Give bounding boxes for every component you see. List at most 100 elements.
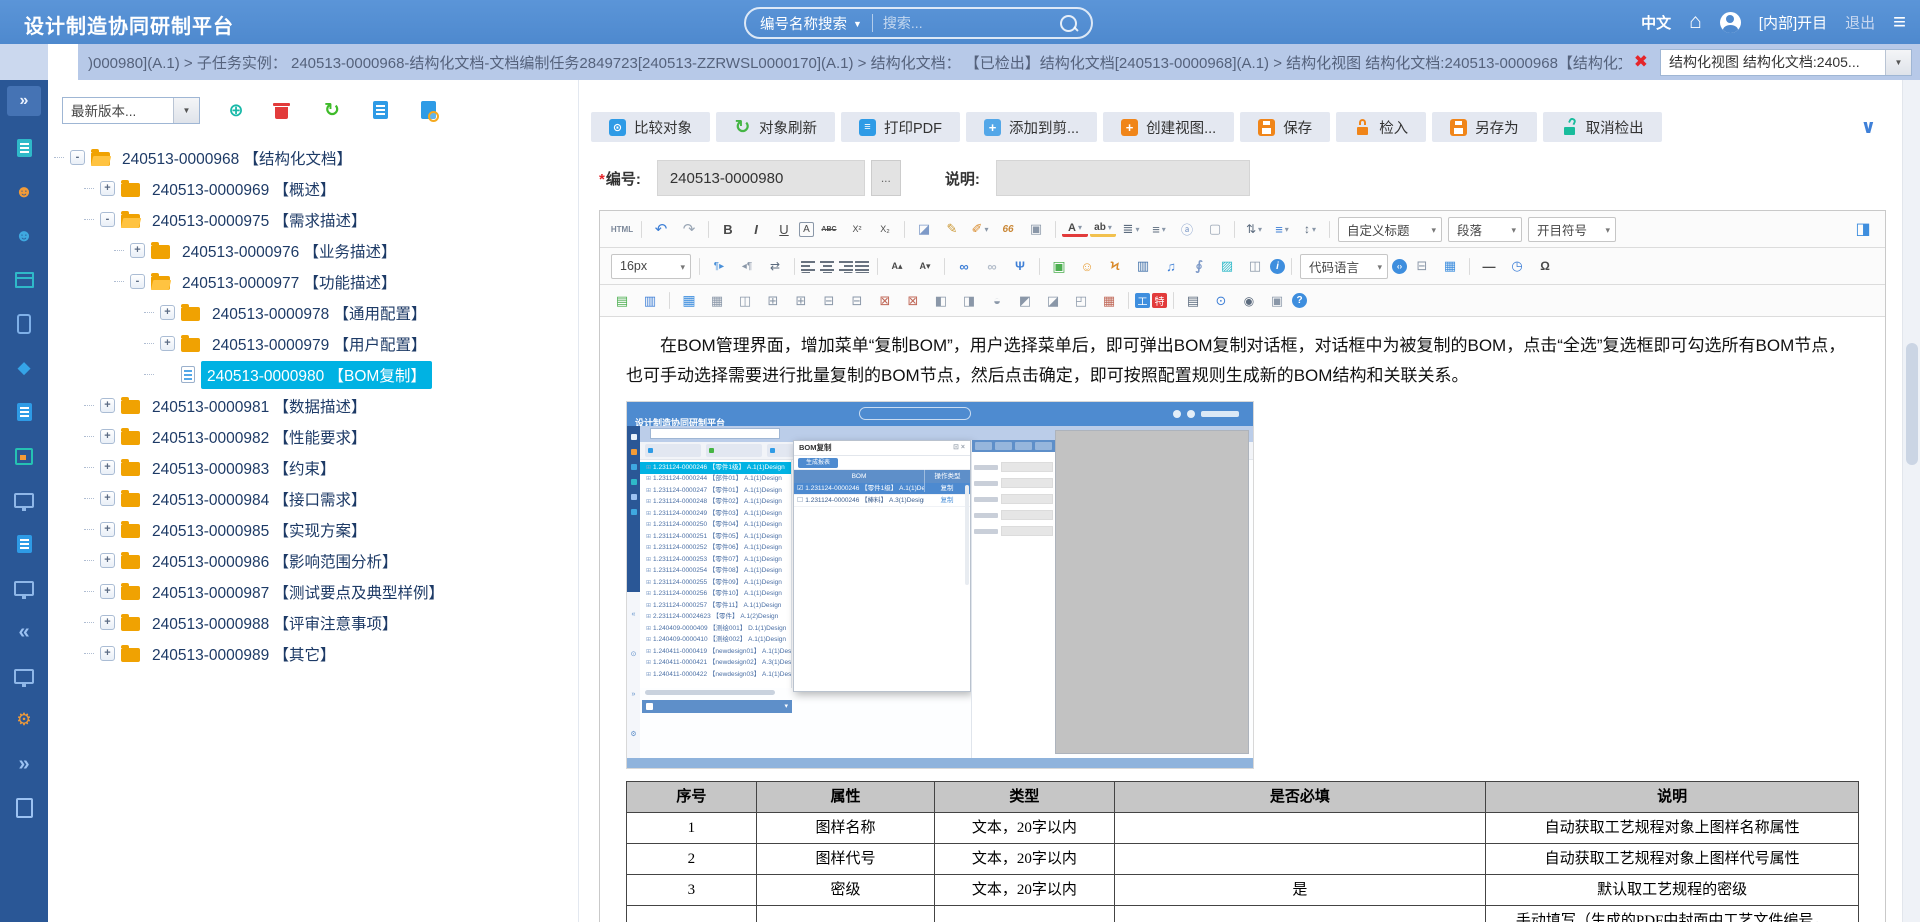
insert-col-right-icon[interactable]: ⊟ <box>844 289 870 313</box>
search-category-dropdown[interactable]: 编号名称搜索 <box>746 13 853 34</box>
tree-item[interactable]: + 240513-0000985 【实现方案】 <box>48 514 578 545</box>
tree-item[interactable]: + 240513-0000981 【数据描述】 <box>48 390 578 421</box>
info-icon[interactable] <box>1270 259 1285 274</box>
close-icon[interactable]: ✖ <box>1634 52 1648 72</box>
text-flow-icon[interactable]: ≡ <box>1269 217 1295 241</box>
subscript-icon[interactable]: X₂ <box>872 217 898 241</box>
tree-item[interactable]: - 240513-0000977 【功能描述】 <box>48 266 578 297</box>
panel-expand-icon[interactable]: » <box>7 86 41 116</box>
italic-icon[interactable]: I <box>743 217 769 241</box>
tree-expander-icon[interactable]: + <box>100 429 115 444</box>
find-replace-icon[interactable]: ◉ <box>1236 289 1262 313</box>
emoji-icon[interactable]: ☺ <box>1074 254 1100 278</box>
table-cell[interactable]: 文本，20字以内 <box>935 813 1114 844</box>
insert-table-icon[interactable]: ▦ <box>676 289 702 313</box>
search-input[interactable]: 搜索... <box>883 13 1060 33</box>
refresh-icon[interactable]: ↻ <box>320 98 344 122</box>
increase-font-icon[interactable]: A▴ <box>884 254 910 278</box>
tree-item[interactable]: + 240513-0000976 【业务描述】 <box>48 235 578 266</box>
ordered-list-icon[interactable]: ≣ <box>1118 217 1144 241</box>
page-break-icon[interactable]: ⊟ <box>1409 254 1435 278</box>
table-cell[interactable] <box>1114 813 1486 844</box>
schedule-icon[interactable] <box>11 444 37 468</box>
compare-object-button[interactable]: 比较对象 <box>591 112 710 142</box>
media-icon[interactable]: ▥ <box>1130 254 1156 278</box>
read-mode-icon[interactable]: ▤ <box>609 289 635 313</box>
device-icon[interactable] <box>11 312 37 336</box>
document-icon[interactable] <box>368 98 392 122</box>
document-search-icon[interactable] <box>416 98 440 122</box>
product-cube-icon[interactable]: ◆ <box>11 356 37 380</box>
paint-format-icon[interactable]: ✐ <box>967 217 993 241</box>
collapse-toolbar-icon[interactable]: ∨ <box>1861 116 1876 139</box>
align-left-icon[interactable] <box>801 260 817 273</box>
gallery-icon[interactable]: ▨ <box>1214 254 1240 278</box>
tree-expander-icon[interactable]: + <box>160 336 175 351</box>
tree-expander-icon[interactable]: - <box>70 150 85 165</box>
merge-right-icon[interactable]: ◨ <box>956 289 982 313</box>
kaimu-gong-icon[interactable]: 工 <box>1135 293 1150 308</box>
spreadsheet-icon[interactable]: ◫ <box>1242 254 1268 278</box>
horizontal-rule-icon[interactable]: — <box>1476 254 1502 278</box>
table-cell[interactable]: 是 <box>1114 875 1486 906</box>
parts-box-icon[interactable] <box>11 268 37 292</box>
users-icon[interactable]: ☻ <box>11 224 37 248</box>
search-icon[interactable] <box>1060 15 1077 32</box>
description-input[interactable] <box>996 160 1250 196</box>
strikethrough-icon[interactable]: ABC <box>816 217 842 241</box>
table-cell[interactable] <box>1114 844 1486 875</box>
code-language-select[interactable]: 代码语言 <box>1300 254 1388 279</box>
quick-template-icon[interactable]: ▦ <box>1437 254 1463 278</box>
delete-col-icon[interactable]: ⊠ <box>900 289 926 313</box>
tree-expander-icon[interactable]: + <box>100 615 115 630</box>
text-direction-icon[interactable]: ⇄ <box>762 254 788 278</box>
tree-expander-icon[interactable]: + <box>100 646 115 661</box>
redo-icon[interactable]: ↷ <box>676 217 702 241</box>
help-icon[interactable] <box>1292 293 1307 308</box>
save-button[interactable]: 保存 <box>1240 112 1330 142</box>
insert-row-above-icon[interactable]: ⊞ <box>760 289 786 313</box>
projector-icon[interactable] <box>11 664 37 688</box>
workstation-icon[interactable] <box>11 488 37 512</box>
align-justify-icon[interactable] <box>855 260 871 273</box>
anchor-icon[interactable]: Ψ <box>1007 254 1033 278</box>
table-cell[interactable]: 3 <box>627 875 757 906</box>
link-icon[interactable]: ∞ <box>951 254 977 278</box>
caret-down-icon[interactable] <box>853 14 862 32</box>
tree-expander-icon[interactable]: + <box>100 460 115 475</box>
tree-expander-icon[interactable]: + <box>160 305 175 320</box>
superscript-icon[interactable]: X² <box>844 217 870 241</box>
display-icon[interactable] <box>11 576 37 600</box>
user-avatar-icon[interactable] <box>1720 12 1741 33</box>
tree-item[interactable]: + 240513-0000986 【影响范围分析】 <box>48 545 578 576</box>
more-expand-icon[interactable]: » <box>11 752 37 776</box>
font-border-icon[interactable]: A <box>799 222 814 237</box>
highlight-color-icon[interactable]: ab <box>1090 222 1116 237</box>
tree-item[interactable]: + 240513-0000979 【用户配置】 <box>48 328 578 359</box>
page-scrollbar-track[interactable] <box>1902 80 1920 922</box>
font-size-select[interactable]: 16px <box>611 254 691 279</box>
add-node-icon[interactable]: ⊕ <box>224 98 248 122</box>
bullet-list-icon[interactable]: ≡ <box>1146 217 1172 241</box>
table-cell[interactable]: 默认取工艺规程的密级 <box>1486 875 1859 906</box>
date-time-icon[interactable]: ◷ <box>1504 254 1530 278</box>
editor-content[interactable]: 在BOM管理界面，增加菜单“复制BOM”，用户选择菜单后，即可弹出BOM复制对话… <box>600 317 1885 922</box>
settings-gear-icon[interactable]: ⚙ <box>11 708 37 732</box>
tree-item[interactable]: + 240513-0000989 【其它】 <box>48 638 578 669</box>
version-selector-value[interactable]: 最新版本... <box>63 100 173 120</box>
eraser-icon[interactable]: ◪ <box>911 217 937 241</box>
table-properties-icon[interactable]: ▦ <box>704 289 730 313</box>
table-cell[interactable] <box>1114 906 1486 922</box>
page-scrollbar-thumb[interactable] <box>1906 343 1918 465</box>
delete-row-icon[interactable]: ⊠ <box>872 289 898 313</box>
table-cell[interactable] <box>935 906 1114 922</box>
version-selector[interactable]: 最新版本... <box>62 97 200 124</box>
table-cell[interactable] <box>756 906 934 922</box>
table-cell[interactable] <box>627 906 757 922</box>
dropdown-caret-icon[interactable] <box>173 98 199 123</box>
split-col-icon[interactable]: ◰ <box>1068 289 1094 313</box>
insert-col-left-icon[interactable]: ⊟ <box>816 289 842 313</box>
special-chars-icon[interactable]: Ω <box>1532 254 1558 278</box>
attachment-icon[interactable]: ∮ <box>1186 254 1212 278</box>
table-cell[interactable]: 密级 <box>756 875 934 906</box>
